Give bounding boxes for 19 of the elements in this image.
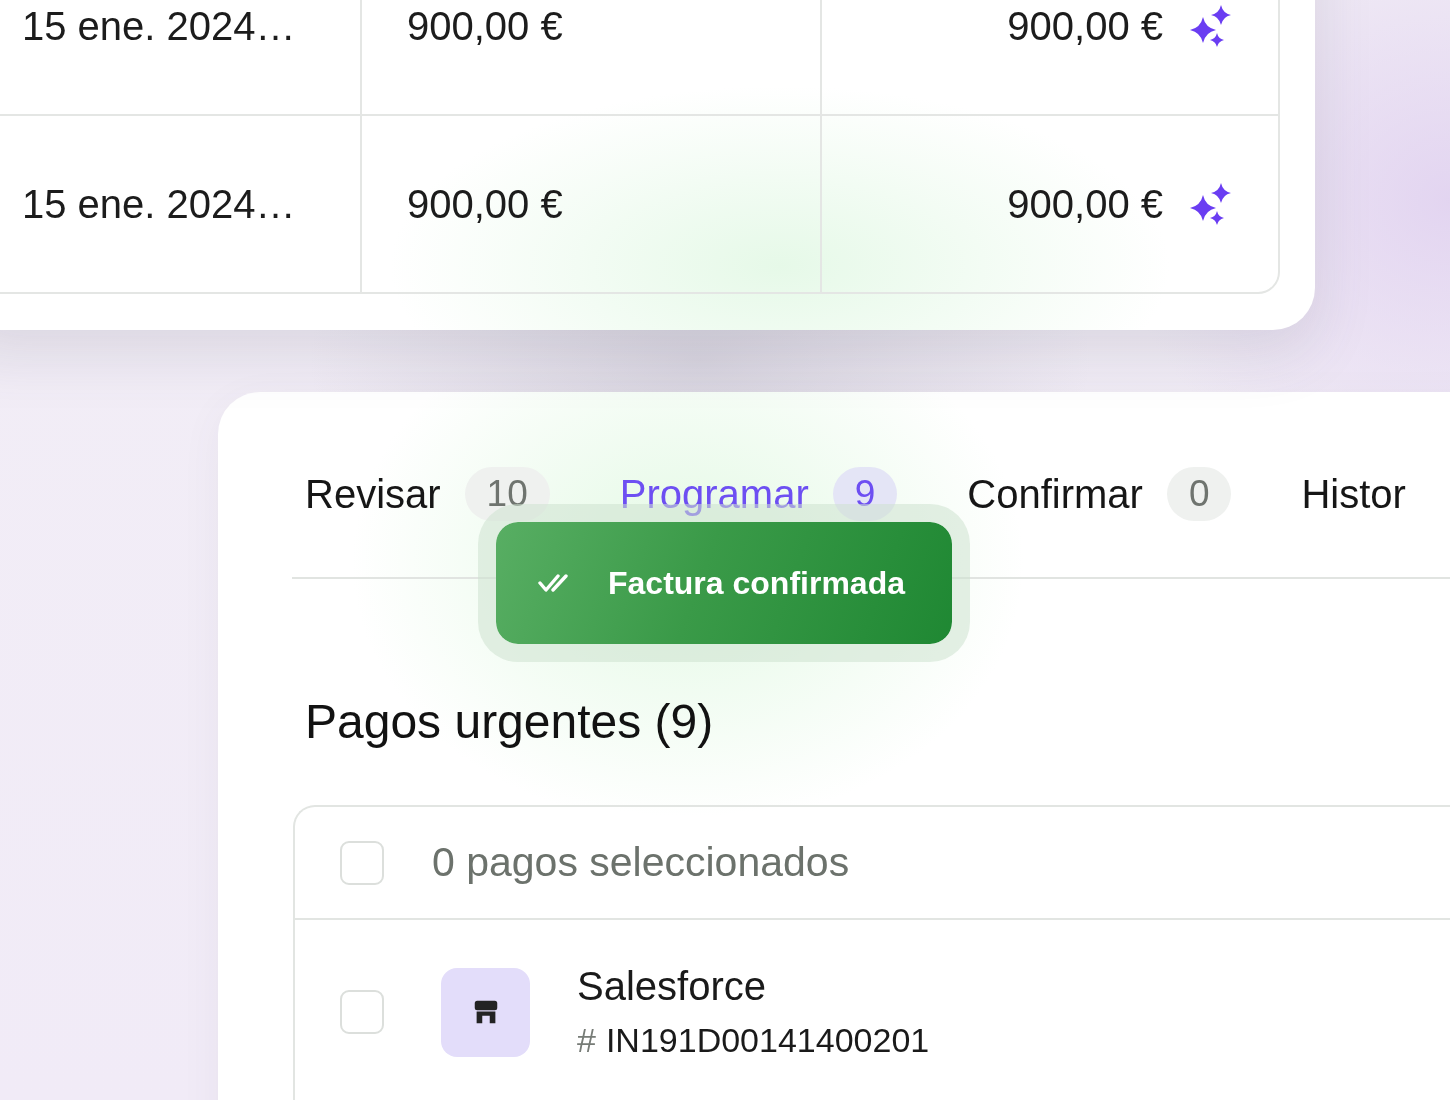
sparkle-icon: [1190, 5, 1232, 47]
amount-text: 900,00 €: [1007, 182, 1163, 226]
amount-text: 900,00 €: [407, 4, 563, 48]
checkbox[interactable]: [340, 840, 384, 885]
amount-text: 900,00 €: [1007, 4, 1163, 48]
section-title: Pagos urgentes (9): [304, 694, 714, 750]
tab[interactable]: Histor: [1301, 471, 1406, 517]
invoice-number: IN191D00141400201: [605, 1020, 930, 1060]
tab[interactable]: Confirmar 0: [967, 467, 1232, 521]
selection-count: 0 pagos seleccionados: [432, 839, 850, 886]
count-badge: 0: [1166, 467, 1232, 521]
hash-sign: #: [577, 1020, 596, 1060]
checkbox[interactable]: [340, 990, 384, 1034]
toast-message: Factura confirmada: [608, 564, 905, 602]
sparkle-icon: [1190, 183, 1232, 225]
amount-text: 900,00 €: [407, 182, 563, 226]
date-text: 15 ene. 2024…: [22, 182, 296, 226]
vendor-name: Salesforce: [577, 964, 767, 1008]
date-text: 15 ene. 2024…: [22, 4, 296, 48]
